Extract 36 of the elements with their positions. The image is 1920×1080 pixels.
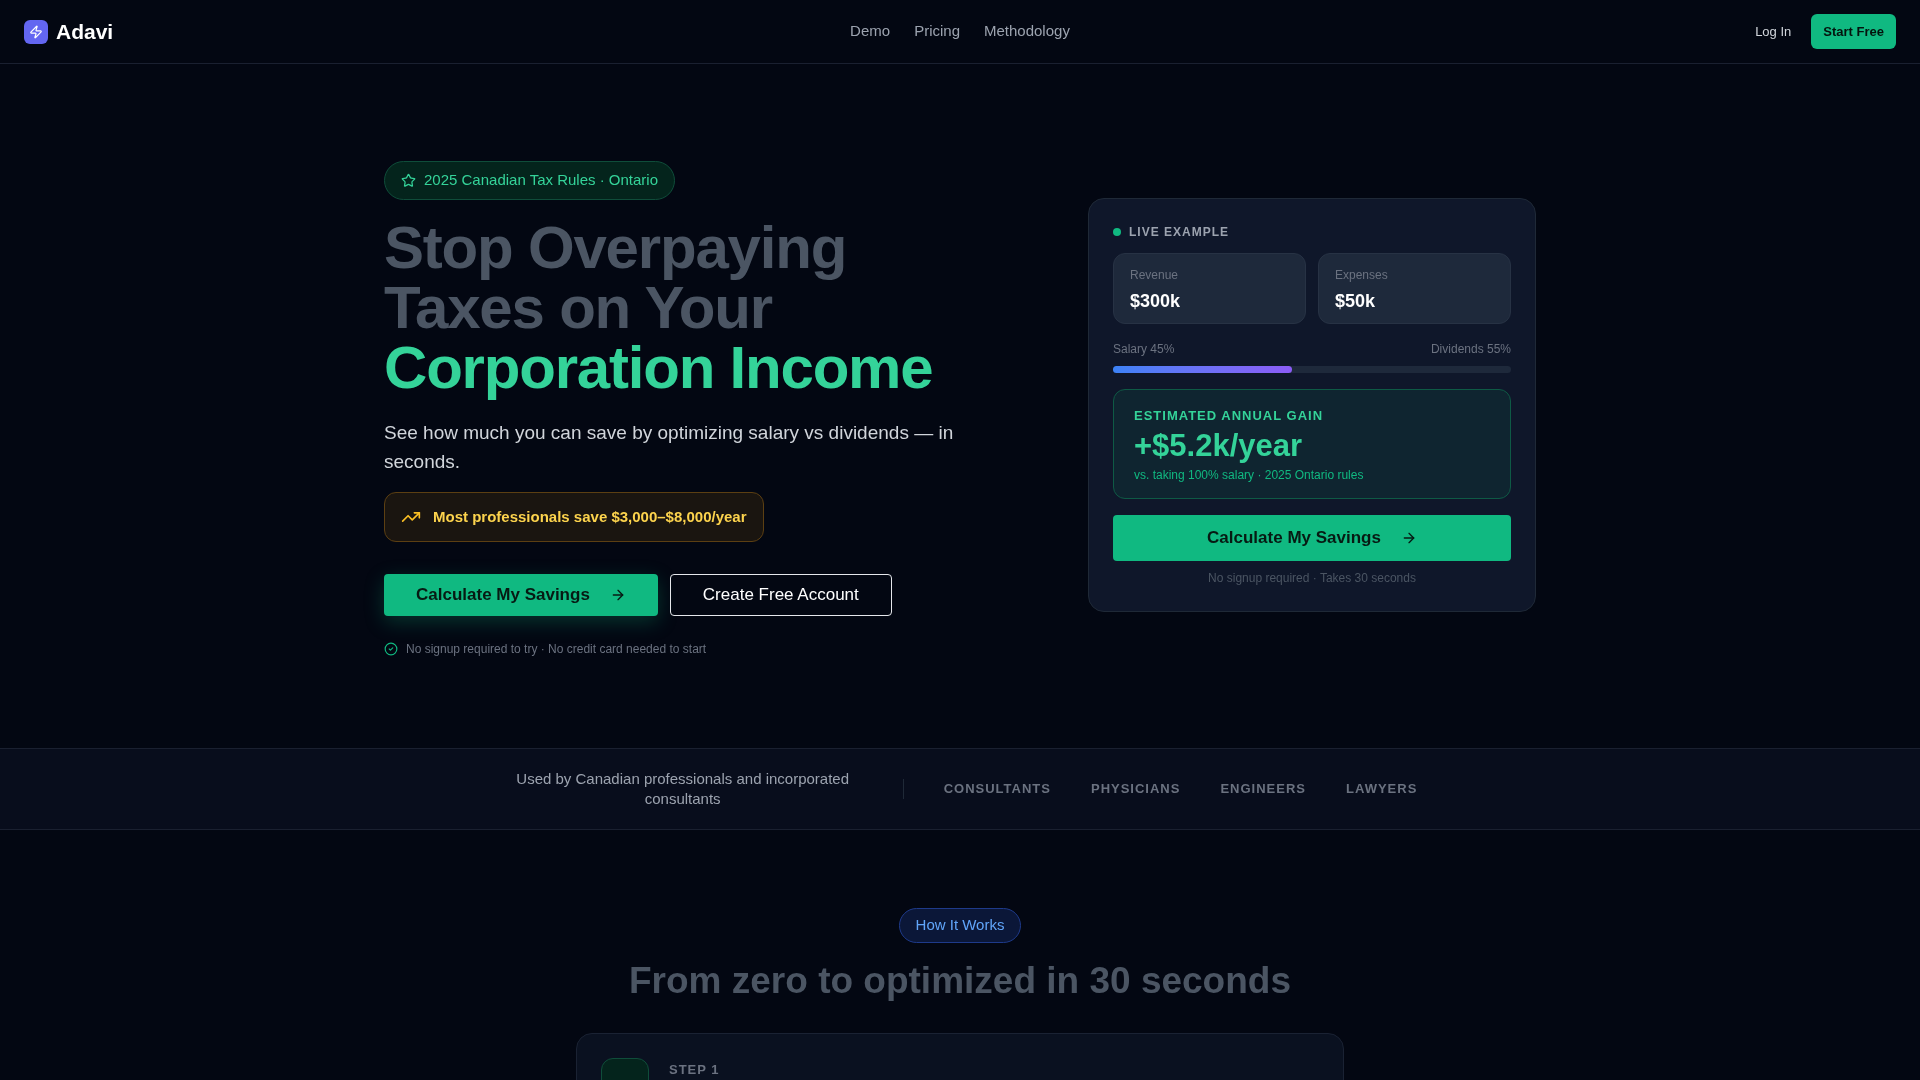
calculate-savings-button[interactable]: Calculate My Savings xyxy=(384,574,658,616)
login-link[interactable]: Log In xyxy=(1755,21,1792,42)
profession-label: PHYSICIANS xyxy=(1090,780,1181,799)
star-icon xyxy=(401,172,416,188)
gain-value: +$5.2k/year xyxy=(1134,426,1304,465)
no-signup-note: No signup required to try · No credit card needed to start xyxy=(406,640,707,658)
card-footnote: No signup required · Takes 30 seconds xyxy=(1207,570,1417,587)
nav-link[interactable]: Methodology xyxy=(984,20,1070,43)
profession-label: ENGINEERS xyxy=(1220,780,1306,799)
start-free-button[interactable]: Start Free xyxy=(1811,13,1896,50)
salary-share-label: Salary 45% xyxy=(1113,341,1175,358)
gain-note: vs. taking 100% salary · 2025 Ontario rules xyxy=(1134,466,1365,484)
lightning-logo-icon xyxy=(24,19,48,44)
dividends-share-label: Dividends 55% xyxy=(1430,341,1511,358)
gain-label: ESTIMATED ANNUAL GAIN xyxy=(1134,407,1325,425)
hero-heading: Stop Overpaying Taxes on Your Corporation Income xyxy=(384,217,934,398)
profession-label: CONSULTANTS xyxy=(943,780,1051,799)
create-account-button[interactable]: Create Free Account xyxy=(669,574,892,616)
nav-link[interactable]: Pricing xyxy=(914,20,960,43)
hero-subtitle: See how much you can save by optimizing salary vs dividends — in seconds. xyxy=(384,420,955,474)
card-label: LIVE EXAMPLE xyxy=(1129,224,1229,241)
stat-value: $50k xyxy=(1335,290,1377,313)
section-heading: From zero to optimized in 30 seconds xyxy=(629,958,1291,1003)
stat-label: Revenue xyxy=(1130,267,1180,284)
callout-text: Most professionals save $3,000–$8,000/year xyxy=(433,506,747,527)
how-it-works-badge: How It Works xyxy=(898,908,1022,943)
calculate-savings-button[interactable]: Calculate My Savings xyxy=(1113,515,1511,561)
stat-label: Expenses xyxy=(1335,267,1389,284)
logo-link[interactable]: Adavi xyxy=(56,15,114,48)
profession-label: LAWYERS xyxy=(1346,780,1418,799)
trust-text: Used by Canadian professionals and incorporated consultants xyxy=(515,769,851,809)
badge-text: 2025 Canadian Tax Rules · Ontario xyxy=(424,170,659,190)
step-label: STEP 1 xyxy=(669,1060,720,1079)
stat-value: $300k xyxy=(1130,290,1182,313)
check-circle-icon xyxy=(384,641,398,656)
nav-link[interactable]: Demo xyxy=(850,20,891,43)
